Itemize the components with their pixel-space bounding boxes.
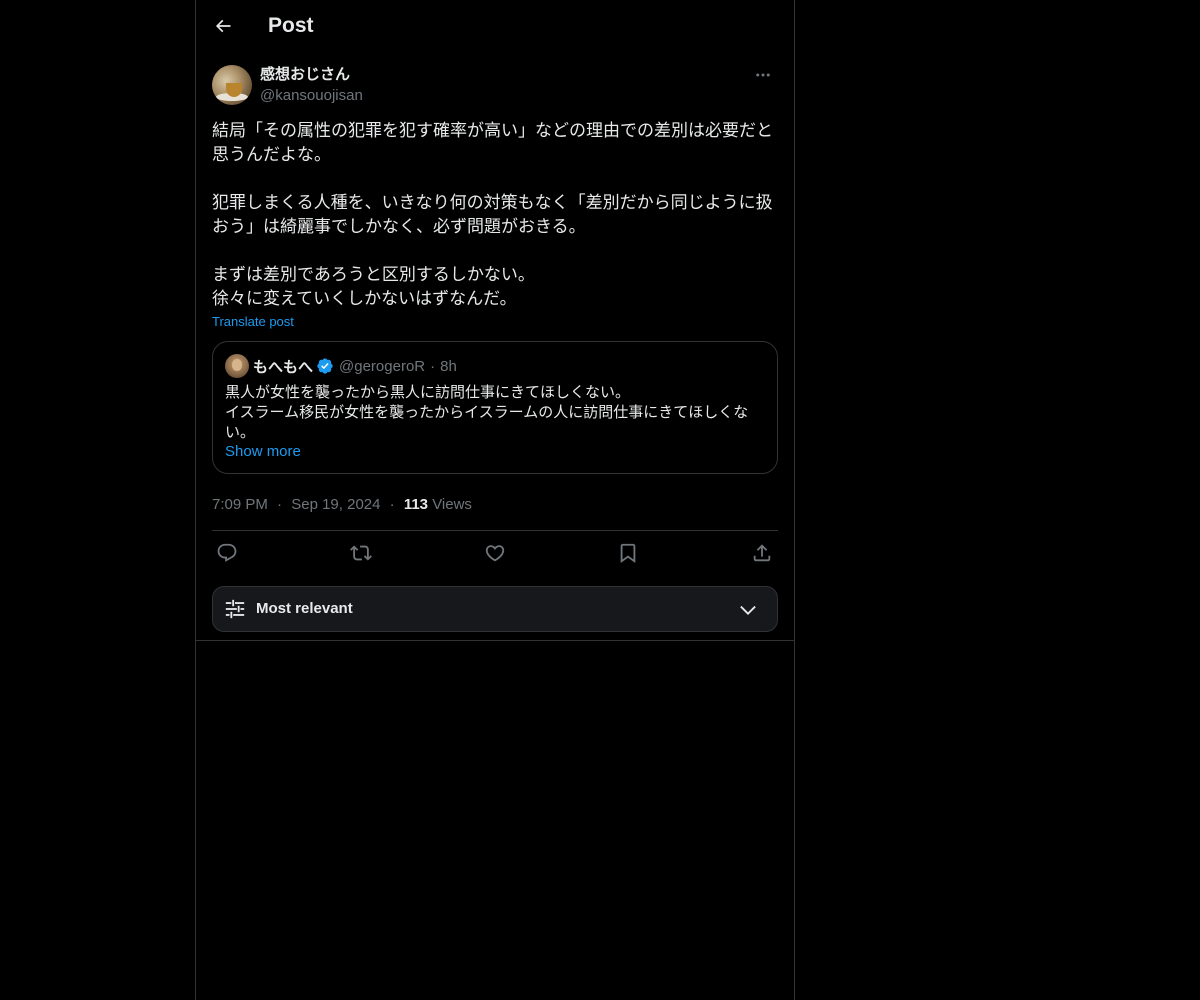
- sort-replies-dropdown[interactable]: Most relevant: [212, 586, 778, 632]
- reply-button[interactable]: [216, 542, 240, 566]
- share-icon: [751, 542, 775, 564]
- sliders-icon: [224, 598, 246, 620]
- back-button[interactable]: [206, 9, 240, 43]
- primary-column: Post 感想おじさん @kansouojisan 結局「その属性の犯罪を犯す確…: [195, 0, 795, 1000]
- quoted-author-handle: @gerogeroR: [339, 357, 426, 375]
- quoted-post-text: 黒人が女性を襲ったから黒人に訪問仕事にきてほしくない。 イスラーム移民が女性を襲…: [225, 383, 749, 441]
- show-more-link[interactable]: Show more: [225, 442, 301, 462]
- quoted-avatar: [225, 354, 249, 378]
- arrow-left-icon: [213, 16, 233, 36]
- sort-label: Most relevant: [256, 600, 353, 617]
- post-time[interactable]: 7:09 PM: [212, 496, 268, 513]
- chevron-down-icon: [737, 599, 759, 621]
- author-name[interactable]: 感想おじさん: [260, 65, 350, 85]
- heart-icon: [484, 542, 508, 564]
- separator-dot: ·: [277, 496, 283, 513]
- post-metadata: 7:09 PM · Sep 19, 2024 · 113 Views: [212, 495, 472, 515]
- quoted-post[interactable]: もへもへ @gerogeroR · 8h 黒人が女性を襲ったから黒人に訪問仕事に…: [212, 341, 778, 474]
- translate-post-link[interactable]: Translate post: [212, 313, 294, 331]
- post-text: 結局「その属性の犯罪を犯す確率が高い」などの理由での差別は必要だと 思うんだよな…: [212, 121, 773, 309]
- post-date[interactable]: Sep 19, 2024: [291, 496, 380, 513]
- bookmark-button[interactable]: [617, 542, 641, 566]
- divider: [196, 640, 794, 641]
- quoted-post-header: もへもへ @gerogeroR · 8h: [225, 354, 457, 378]
- views-label: Views: [432, 496, 472, 513]
- bookmark-icon: [617, 542, 641, 564]
- divider: [212, 530, 778, 531]
- page-header: Post: [196, 0, 794, 53]
- separator-dot: ·: [389, 496, 395, 513]
- reply-icon: [216, 542, 240, 564]
- quoted-post-time: 8h: [440, 357, 457, 375]
- author-row: 感想おじさん @kansouojisan: [212, 63, 778, 107]
- action-bar: [212, 538, 778, 570]
- repost-button[interactable]: [350, 542, 374, 566]
- quoted-avatar-face: [232, 359, 242, 371]
- author-handle[interactable]: @kansouojisan: [260, 86, 363, 106]
- more-horizontal-icon: [754, 66, 772, 84]
- verified-badge-icon: [316, 357, 334, 375]
- quoted-author-name: もへもへ: [253, 357, 314, 376]
- page-title: Post: [268, 14, 314, 37]
- views-count: 113: [403, 496, 429, 513]
- like-button[interactable]: [484, 542, 508, 566]
- separator-dot: ·: [430, 357, 436, 375]
- more-button[interactable]: [748, 63, 778, 87]
- avatar[interactable]: [212, 65, 252, 105]
- share-button[interactable]: [751, 542, 775, 566]
- repost-icon: [350, 542, 374, 564]
- post-article: 感想おじさん @kansouojisan 結局「その属性の犯罪を犯す確率が高い」…: [212, 63, 778, 632]
